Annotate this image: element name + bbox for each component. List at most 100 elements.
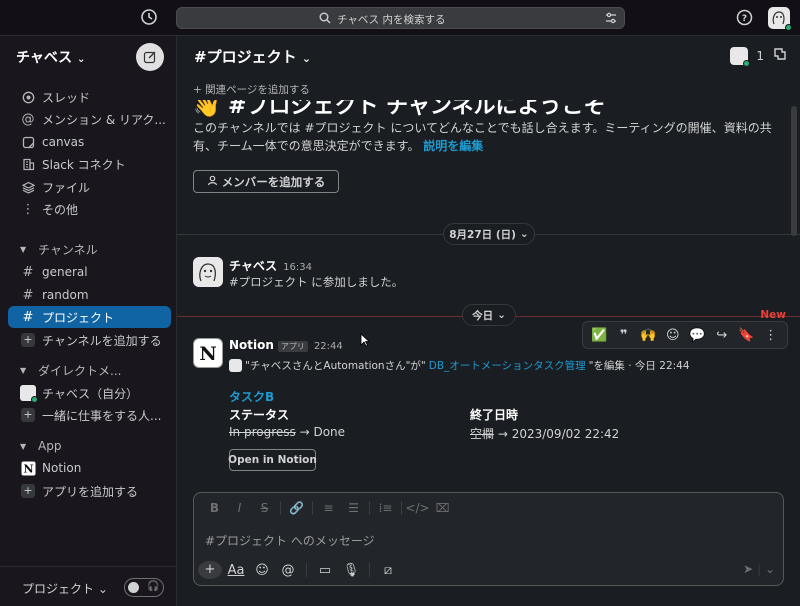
sidebar-item-slack-connect[interactable]: Slack コネクト [8, 153, 171, 175]
add-member-button[interactable]: メンバーを追加する [193, 170, 339, 193]
plus-icon: + [21, 408, 35, 422]
more-icon[interactable]: ⋮ [761, 328, 781, 343]
date-divider-today[interactable]: 今日 ⌄ [462, 304, 516, 326]
search-input[interactable]: チャベス 内を検索する [176, 7, 625, 29]
add-app-button[interactable]: + アプリを追加する [8, 480, 171, 502]
plus-icon[interactable]: + [198, 561, 222, 579]
threads-icon [18, 91, 38, 104]
user-avatar[interactable] [768, 7, 792, 31]
mention-icon[interactable]: @ [276, 563, 300, 578]
message-composer[interactable]: B I S 🔗 ≡ ☰ ⁞≡ </> ⌧ #プロジェクト へのメッセージ + A… [193, 492, 784, 586]
edit-description-link[interactable]: 説明を編集 [423, 139, 483, 153]
channels-section-header[interactable]: ▼ チャンネル [8, 238, 171, 260]
block-quote-icon[interactable]: ⁞≡ [373, 501, 398, 515]
sidebar-dm-invite[interactable]: + 一緒に仕事をする人... [8, 404, 171, 426]
ordered-list-icon[interactable]: ≡ [316, 501, 341, 515]
chevron-down-icon: ⌄ [301, 52, 312, 65]
sidebar-channel-general[interactable]: # general [8, 261, 171, 283]
sidebar-item-canvas[interactable]: canvas [8, 131, 171, 153]
chevron-down-icon: ⌄ [519, 228, 529, 240]
huddle-icon[interactable] [772, 46, 788, 65]
code-icon[interactable]: </> [405, 501, 430, 515]
sidebar-item-mentions[interactable]: @ メンション & リアク... [8, 108, 171, 130]
quote-reaction-icon[interactable]: ❞ [614, 328, 634, 343]
link-icon[interactable]: 🔗 [284, 501, 309, 515]
due-value: 空欄 → 2023/09/02 22:42 [470, 427, 620, 441]
huddle-channel-select[interactable]: プロジェクト ⌄ [22, 580, 108, 597]
video-icon[interactable]: ▭ [313, 563, 337, 578]
plus-icon: + [193, 84, 206, 96]
hash-icon: # [22, 287, 34, 303]
database-link[interactable]: DB_オートメーションタスク管理 [429, 358, 586, 373]
italic-icon[interactable]: I [227, 501, 252, 515]
reply-thread-icon[interactable]: 💬 [687, 328, 707, 343]
strike-icon[interactable]: S [252, 501, 277, 515]
notion-icon: N [21, 461, 35, 475]
huddle-toggle[interactable]: 🎧 [124, 578, 164, 597]
bookmark-icon[interactable]: 🔖 [736, 328, 756, 343]
svg-text:N: N [23, 462, 33, 475]
sidebar-item-files[interactable]: ファイル [8, 176, 171, 198]
chevron-down-icon: ⌄ [97, 582, 108, 596]
workspace-name[interactable]: チャベス ⌄ [16, 47, 85, 67]
search-placeholder: チャベス 内を検索する [337, 14, 446, 26]
message-text: #プロジェクト に参加しました。 [229, 275, 404, 289]
channel-title[interactable]: #プロジェクト ⌄ [194, 46, 311, 67]
sidebar-item-threads[interactable]: スレッド [8, 86, 171, 108]
sidebar-channel-random[interactable]: # random [8, 284, 171, 306]
compose-button[interactable] [136, 43, 164, 71]
message-input[interactable]: #プロジェクト へのメッセージ [205, 532, 375, 549]
member-avatar[interactable] [730, 46, 751, 67]
notion-avatar[interactable]: N [193, 338, 223, 368]
sidebar-dm-self[interactable]: チャベス（自分） [8, 382, 171, 404]
message-timestamp[interactable]: 16:34 [283, 262, 312, 273]
share-icon[interactable]: ↪ [712, 328, 732, 343]
headphones-icon: 🎧 [147, 581, 160, 592]
sidebar-channel-project[interactable]: # プロジェクト [8, 306, 171, 328]
caret-down-icon: ▼ [20, 441, 27, 451]
send-icon: ➤ [743, 562, 754, 576]
slash-icon[interactable]: ⧄ [376, 563, 400, 578]
raised-hands-reaction-icon[interactable]: 🙌 [638, 328, 658, 343]
add-reaction-icon[interactable]: ☺ [663, 328, 683, 343]
composer-actions: + Aa ☺ @ ▭ 🎙 ⧄ [198, 558, 400, 582]
app-badge: アプリ [277, 341, 308, 352]
chevron-down-icon: ⌄ [497, 309, 506, 321]
add-channel-button[interactable]: + チャンネルを追加する [8, 329, 171, 351]
scrollbar[interactable] [791, 106, 797, 236]
mouse-cursor [360, 333, 371, 350]
message-timestamp[interactable]: 22:44 [314, 341, 343, 352]
mic-icon[interactable]: 🎙 [339, 563, 363, 578]
bullet-list-icon[interactable]: ☰ [341, 501, 366, 515]
text-format-icon[interactable]: Aa [224, 563, 248, 578]
message-author[interactable]: チャベス 16:34 [229, 257, 312, 274]
open-in-notion-button[interactable]: Open in Notion [228, 449, 317, 471]
mention-icon: @ [21, 111, 35, 127]
message-author[interactable]: Notion アプリ 22:44 [229, 338, 343, 352]
sidebar-app-notion[interactable]: N Notion [8, 457, 171, 479]
send-button[interactable]: ➤ | ⌄ [743, 562, 775, 576]
add-bookmark-button[interactable]: + 関連ページを追加する [193, 82, 310, 97]
chevron-down-icon: ⌄ [77, 54, 86, 65]
code-block-icon[interactable]: ⌧ [430, 501, 455, 515]
filter-icon[interactable] [604, 11, 618, 28]
history-icon[interactable] [140, 8, 160, 28]
avatar[interactable] [193, 257, 223, 287]
check-reaction-icon[interactable]: ✅ [589, 328, 609, 343]
caret-down-icon: ▼ [20, 244, 27, 254]
compose-icon [143, 51, 156, 64]
bold-icon[interactable]: B [202, 501, 227, 515]
svg-text:N: N [199, 343, 216, 365]
bookmark-bar: + 関連ページを追加する [177, 78, 800, 100]
status-value: In progress → Done [229, 425, 346, 439]
avatar [20, 385, 38, 403]
sidebar-item-more[interactable]: ⋮ その他 [8, 198, 171, 220]
task-link[interactable]: タスクB [229, 388, 274, 405]
help-icon[interactable]: ? [736, 9, 753, 29]
dm-section-header[interactable]: ▼ ダイレクトメ... [8, 359, 171, 381]
date-divider[interactable]: 8月27日 (日) ⌄ [443, 223, 535, 245]
emoji-icon[interactable]: ☺ [250, 563, 274, 578]
app-section-header[interactable]: ▼ App [8, 435, 171, 457]
chevron-down-icon: ⌄ [764, 562, 775, 576]
member-count[interactable]: 1 [756, 49, 764, 63]
